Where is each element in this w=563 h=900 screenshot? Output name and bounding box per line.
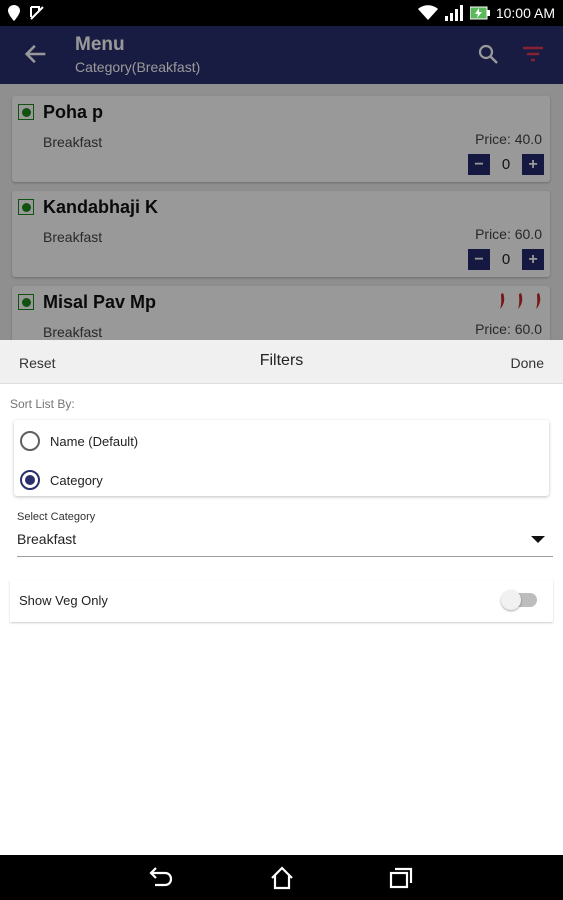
sort-option-label: Name (Default) [50,433,139,449]
status-bar: 10:00 AM [0,0,563,26]
category-dropdown-value: Breakfast [17,531,77,547]
select-category-label: Select Category [17,511,96,523]
notification-icon [30,6,44,20]
category-dropdown[interactable]: Breakfast [17,529,553,557]
wifi-icon [417,5,438,20]
radio-button[interactable] [20,431,40,451]
sort-option-name[interactable]: Name (Default) [20,431,138,451]
home-icon[interactable] [268,864,296,892]
sort-label: Sort List By: [10,397,75,411]
battery-icon [469,6,490,20]
radio-button[interactable] [20,470,40,490]
signal-icon [444,5,463,21]
veg-only-label: Show Veg Only [19,593,108,608]
sort-option-category[interactable]: Category [20,470,103,490]
back-icon[interactable] [147,864,175,892]
navigation-bar [0,855,563,900]
location-pin-icon [8,5,20,21]
filters-header: Reset Filters Done [0,340,563,384]
sort-options: Name (Default) Category [14,420,549,496]
veg-only-toggle[interactable] [501,590,537,610]
sort-option-label: Category [50,472,103,488]
veg-only-row: Show Veg Only [10,580,553,622]
filters-title: Filters [259,352,304,369]
recents-icon[interactable] [387,864,415,892]
clock: 10:00 AM [495,5,555,21]
dim-overlay[interactable] [0,26,563,340]
done-button[interactable]: Done [511,355,544,371]
dropdown-arrow-icon [531,536,545,543]
